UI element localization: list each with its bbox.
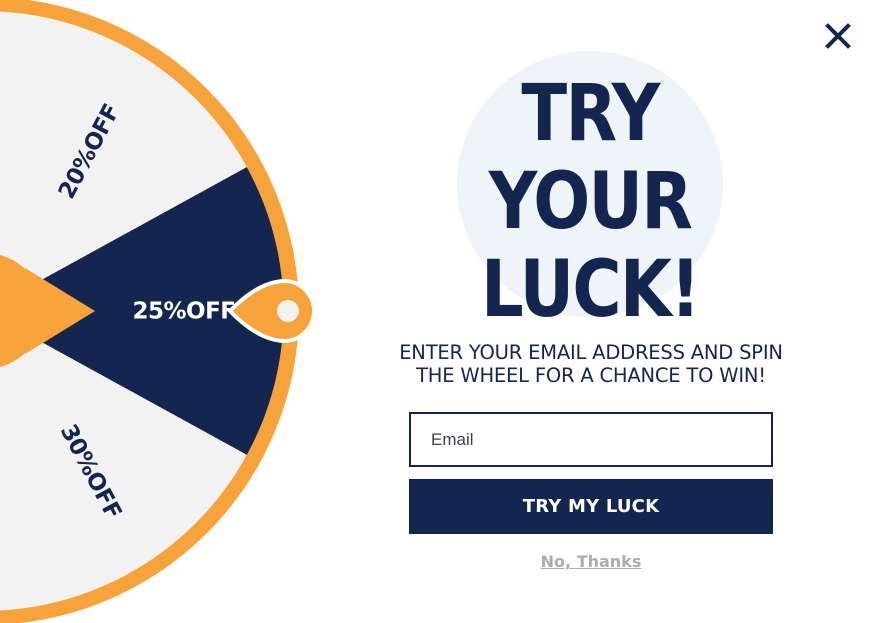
close-button[interactable] (818, 16, 858, 56)
wheel-slice-label-25: 25%OFF (132, 299, 235, 325)
page-title: TRY YOUR LUCK! (409, 70, 770, 334)
wheel-slice-20 (0, 11, 247, 303)
wheel-marker-icon (227, 278, 316, 344)
no-thanks-link[interactable]: No, Thanks (409, 552, 773, 571)
close-icon (825, 23, 851, 49)
wheel-slice-25 (0, 167, 284, 455)
try-my-luck-button[interactable]: TRY MY LUCK (409, 479, 773, 534)
wheel-pointer (25, 268, 95, 354)
email-field[interactable] (409, 412, 773, 467)
instructions-line-2: THE WHEEL FOR A CHANCE TO WIN! (416, 364, 766, 387)
wheel-slice-label-20: 20%OFF (54, 100, 125, 203)
wheel-hub (0, 254, 43, 368)
wheel-slice-label-30: 30%OFF (55, 420, 126, 523)
page-title-line-1: TRY YOUR (488, 69, 693, 247)
page-title-line-2: LUCK! (480, 245, 701, 335)
instructions-text: ENTER YOUR EMAIL ADDRESS AND SPIN THE WH… (360, 341, 822, 387)
wheel-slice-30 (0, 319, 247, 611)
wheel-rim (0, 0, 299, 623)
instructions-line-1: ENTER YOUR EMAIL ADDRESS AND SPIN (399, 341, 783, 364)
